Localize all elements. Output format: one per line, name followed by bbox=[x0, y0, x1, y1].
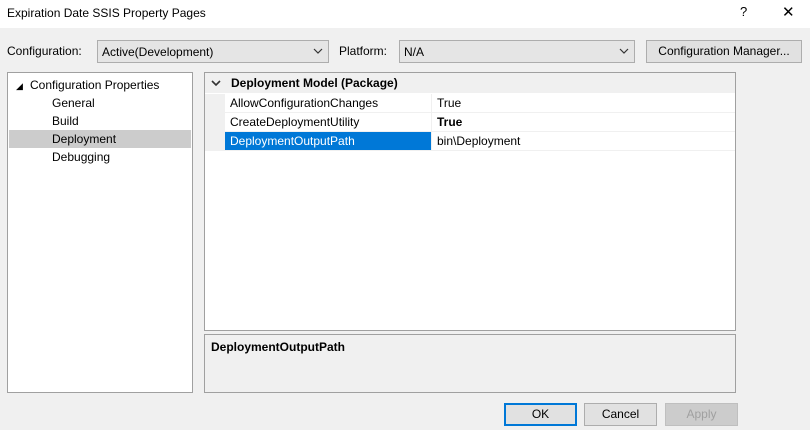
apply-button[interactable]: Apply bbox=[665, 403, 738, 426]
configuration-label: Configuration: bbox=[7, 44, 82, 58]
property-grid: Deployment Model (Package) AllowConfigur… bbox=[204, 72, 736, 331]
chevron-down-icon bbox=[313, 48, 323, 54]
tree-root-configuration-properties[interactable]: ◢ Configuration Properties bbox=[16, 76, 159, 94]
configuration-dropdown[interactable]: Active(Development) bbox=[97, 40, 329, 63]
property-name[interactable]: CreateDeploymentUtility bbox=[225, 113, 432, 132]
tree-item-deployment[interactable]: Deployment bbox=[9, 130, 191, 148]
ok-button[interactable]: OK bbox=[504, 403, 577, 426]
description-title: DeploymentOutputPath bbox=[211, 340, 345, 354]
platform-label: Platform: bbox=[339, 44, 388, 58]
window-title: Expiration Date SSIS Property Pages bbox=[7, 6, 206, 20]
close-button[interactable]: ✕ bbox=[782, 3, 795, 21]
platform-dropdown[interactable]: N/A bbox=[399, 40, 635, 63]
configuration-manager-button[interactable]: Configuration Manager... bbox=[646, 40, 802, 63]
property-name[interactable]: AllowConfigurationChanges bbox=[225, 94, 432, 113]
configuration-tree: ◢ Configuration Properties General Build … bbox=[7, 72, 193, 393]
property-row-deploymentoutputpath[interactable]: DeploymentOutputPath bin\Deployment bbox=[205, 132, 735, 151]
row-gutter bbox=[205, 94, 225, 113]
property-value[interactable]: True bbox=[432, 113, 735, 132]
row-gutter bbox=[205, 113, 225, 132]
help-button[interactable]: ? bbox=[740, 4, 747, 19]
property-name[interactable]: DeploymentOutputPath bbox=[225, 132, 432, 151]
description-pane: DeploymentOutputPath bbox=[204, 334, 736, 393]
row-gutter bbox=[205, 132, 225, 151]
tree-item-build[interactable]: Build bbox=[9, 112, 191, 130]
platform-value: N/A bbox=[404, 45, 425, 59]
configuration-value: Active(Development) bbox=[102, 45, 214, 59]
chevron-down-icon bbox=[619, 48, 629, 54]
tree-item-debugging[interactable]: Debugging bbox=[9, 148, 191, 166]
property-row-createdeploymentutility[interactable]: CreateDeploymentUtility True bbox=[205, 113, 735, 132]
property-value[interactable]: True bbox=[432, 94, 735, 113]
expand-triangle-icon[interactable]: ◢ bbox=[16, 77, 30, 95]
grid-category-label: Deployment Model (Package) bbox=[231, 76, 398, 90]
title-bar: Expiration Date SSIS Property Pages ? ✕ bbox=[0, 0, 810, 28]
collapse-chevron-icon[interactable] bbox=[211, 78, 221, 88]
tree-root-label: Configuration Properties bbox=[30, 78, 160, 92]
cancel-button[interactable]: Cancel bbox=[584, 403, 657, 426]
property-value[interactable]: bin\Deployment bbox=[432, 132, 735, 151]
property-row-allowconfigurationchanges[interactable]: AllowConfigurationChanges True bbox=[205, 94, 735, 113]
grid-category-header[interactable]: Deployment Model (Package) bbox=[205, 73, 735, 93]
tree-item-general[interactable]: General bbox=[9, 94, 191, 112]
